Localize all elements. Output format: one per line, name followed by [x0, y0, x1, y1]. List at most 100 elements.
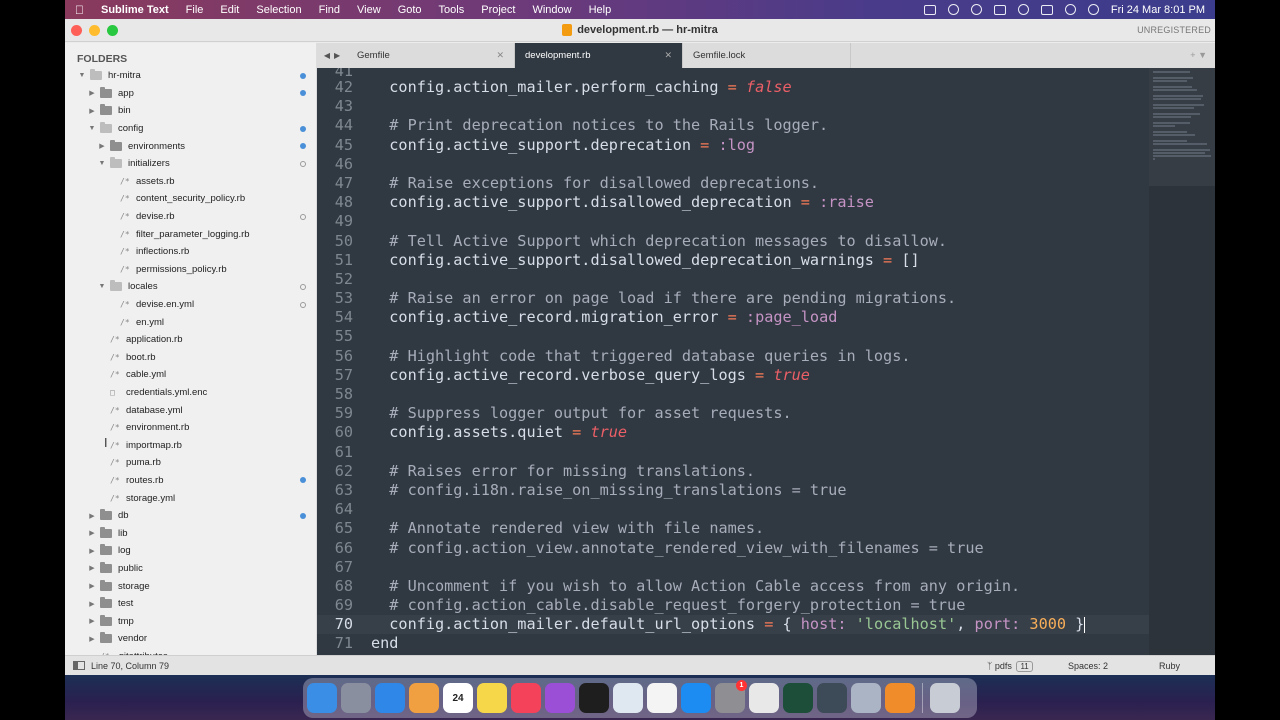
line-number[interactable]: 64 — [317, 500, 353, 519]
folder-row-environments[interactable]: ▶ environments — [65, 137, 316, 155]
wifi-icon[interactable] — [1017, 4, 1029, 15]
line-number[interactable]: 41 — [317, 68, 353, 78]
code-line[interactable]: 47 # Raise exceptions for disallowed dep… — [317, 174, 1149, 193]
minimize-window-button[interactable] — [89, 25, 100, 36]
line-number[interactable]: 61 — [317, 443, 353, 462]
code-line[interactable]: 59 # Suppress logger output for asset re… — [317, 404, 1149, 423]
menu-file[interactable]: File — [186, 4, 204, 16]
indentation-setting[interactable]: Spaces: 2 — [1068, 661, 1108, 671]
clock-icon[interactable] — [970, 4, 982, 15]
chevron-down-icon[interactable]: ▼ — [98, 160, 106, 167]
code-line[interactable]: 48 config.active_support.disallowed_depr… — [317, 193, 1149, 212]
file-row-environment-rb[interactable]: /* environment.rb — [65, 419, 316, 437]
terminal-icon[interactable] — [579, 683, 609, 713]
line-number[interactable]: 50 — [317, 232, 353, 251]
textedit-icon[interactable] — [647, 683, 677, 713]
chevron-down-icon[interactable]: ▼ — [98, 283, 106, 290]
syntax-selector[interactable]: Ruby — [1159, 661, 1180, 671]
close-icon[interactable]: ✕ — [664, 50, 672, 61]
menu-app-name[interactable]: Sublime Text — [101, 4, 169, 16]
file-row-puma-rb[interactable]: /* puma.rb — [65, 454, 316, 472]
line-number[interactable]: 54 — [317, 308, 353, 327]
menu-selection[interactable]: Selection — [256, 4, 301, 16]
folder-row-config[interactable]: ▼ config — [65, 120, 316, 138]
code-line[interactable]: 67 — [317, 558, 1149, 577]
file-row-storage-yml[interactable]: /* storage.yml — [65, 489, 316, 507]
line-number[interactable]: 59 — [317, 404, 353, 423]
menu-find[interactable]: Find — [319, 4, 340, 16]
code-line[interactable]: 54 config.active_record.migration_error … — [317, 308, 1149, 327]
line-number[interactable]: 53 — [317, 289, 353, 308]
file-row-application-rb[interactable]: /* application.rb — [65, 331, 316, 349]
zoom-window-button[interactable] — [107, 25, 118, 36]
file-row-permissions-policy-rb[interactable]: /* permissions_policy.rb — [65, 261, 316, 279]
music-icon[interactable] — [511, 683, 541, 713]
folder-row-locales[interactable]: ▼ locales — [65, 278, 316, 296]
menu-project[interactable]: Project — [481, 4, 515, 16]
close-window-button[interactable] — [71, 25, 82, 36]
tab-prev-icon[interactable]: ◀ — [324, 51, 330, 60]
file-row-routes-rb[interactable]: /* routes.rb — [65, 472, 316, 490]
user-flag-icon[interactable] — [1087, 4, 1099, 15]
file-row-cable-yml[interactable]: /* cable.yml — [65, 366, 316, 384]
photos-icon[interactable] — [409, 683, 439, 713]
chevron-right-icon[interactable]: ▶ — [88, 582, 96, 590]
menu-view[interactable]: View — [357, 4, 381, 16]
screenshot-icon[interactable] — [851, 683, 881, 713]
folder-row-storage[interactable]: ▶ storage — [65, 577, 316, 595]
file-row-devise-en-yml[interactable]: /* devise.en.yml — [65, 296, 316, 314]
screen-record-icon[interactable] — [923, 4, 936, 15]
finder-icon[interactable] — [307, 683, 337, 713]
code-line[interactable]: 65 # Annotate rendered view with file na… — [317, 519, 1149, 538]
code-line[interactable]: 64 — [317, 500, 1149, 519]
line-number[interactable]: 52 — [317, 270, 353, 289]
file-row-inflections-rb[interactable]: /* inflections.rb — [65, 243, 316, 261]
tab-gemfile[interactable]: Gemfile ✕ — [347, 43, 515, 68]
file-row-assets-rb[interactable]: /* assets.rb — [65, 173, 316, 191]
code-line[interactable]: 66 # config.action_view.annotate_rendere… — [317, 539, 1149, 558]
line-number[interactable]: 67 — [317, 558, 353, 577]
search-icon[interactable] — [1064, 4, 1076, 15]
chevron-right-icon[interactable]: ▶ — [88, 89, 96, 97]
line-number[interactable]: 69 — [317, 596, 353, 615]
folder-row-hr-mitra[interactable]: ▼ hr-mitra — [65, 67, 316, 85]
tab-gemfile-lock[interactable]: Gemfile.lock — [683, 43, 851, 68]
code-line[interactable]: 56 # Highlight code that triggered datab… — [317, 347, 1149, 366]
chevron-right-icon[interactable]: ▶ — [88, 512, 96, 520]
new-tab-icon[interactable]: + — [1190, 50, 1195, 60]
code-line[interactable]: 49 — [317, 212, 1149, 231]
code-line[interactable]: 46 — [317, 155, 1149, 174]
preview-icon[interactable] — [613, 683, 643, 713]
close-icon[interactable]: ✕ — [496, 50, 504, 61]
code-line[interactable]: 63 # config.i18n.raise_on_missing_transl… — [317, 481, 1149, 500]
tab-development-rb[interactable]: development.rb ✕ — [515, 43, 683, 68]
app-store-icon[interactable] — [681, 683, 711, 713]
line-number[interactable]: 51 — [317, 251, 353, 270]
file-row-en-yml[interactable]: /* en.yml — [65, 313, 316, 331]
line-number[interactable]: 48 — [317, 193, 353, 212]
menu-help[interactable]: Help — [589, 4, 612, 16]
trash-icon[interactable] — [930, 683, 960, 713]
chevron-right-icon[interactable]: ▶ — [88, 564, 96, 572]
code-line[interactable]: 57 config.active_record.verbose_query_lo… — [317, 366, 1149, 385]
folder-row-db[interactable]: ▶ db — [65, 507, 316, 525]
tab-next-icon[interactable]: ▶ — [334, 51, 340, 60]
menu-goto[interactable]: Goto — [398, 4, 422, 16]
file-row-boot-rb[interactable]: /* boot.rb — [65, 349, 316, 367]
line-number[interactable]: 56 — [317, 347, 353, 366]
folder-row-test[interactable]: ▶ test — [65, 595, 316, 613]
line-number[interactable]: 65 — [317, 519, 353, 538]
line-number[interactable]: 58 — [317, 385, 353, 404]
code-line[interactable]: 68 # Uncomment if you wish to allow Acti… — [317, 577, 1149, 596]
chevron-right-icon[interactable]: ▶ — [88, 635, 96, 643]
folder-row-bin[interactable]: ▶ bin — [65, 102, 316, 120]
file-row-content-security-policy-rb[interactable]: /* content_security_policy.rb — [65, 190, 316, 208]
sublime-text-icon[interactable] — [885, 683, 915, 713]
git-status[interactable]: ᛉ pdfs 11 — [987, 660, 1033, 672]
code-line[interactable]: 43 — [317, 97, 1149, 116]
line-number[interactable]: 46 — [317, 155, 353, 174]
folder-row-vendor[interactable]: ▶ vendor — [65, 630, 316, 648]
file-row-credentials-yml-enc[interactable]: □ credentials.yml.enc — [65, 384, 316, 402]
code-line[interactable]: 62 # Raises error for missing translatio… — [317, 462, 1149, 481]
folder-row-lib[interactable]: ▶ lib — [65, 524, 316, 542]
